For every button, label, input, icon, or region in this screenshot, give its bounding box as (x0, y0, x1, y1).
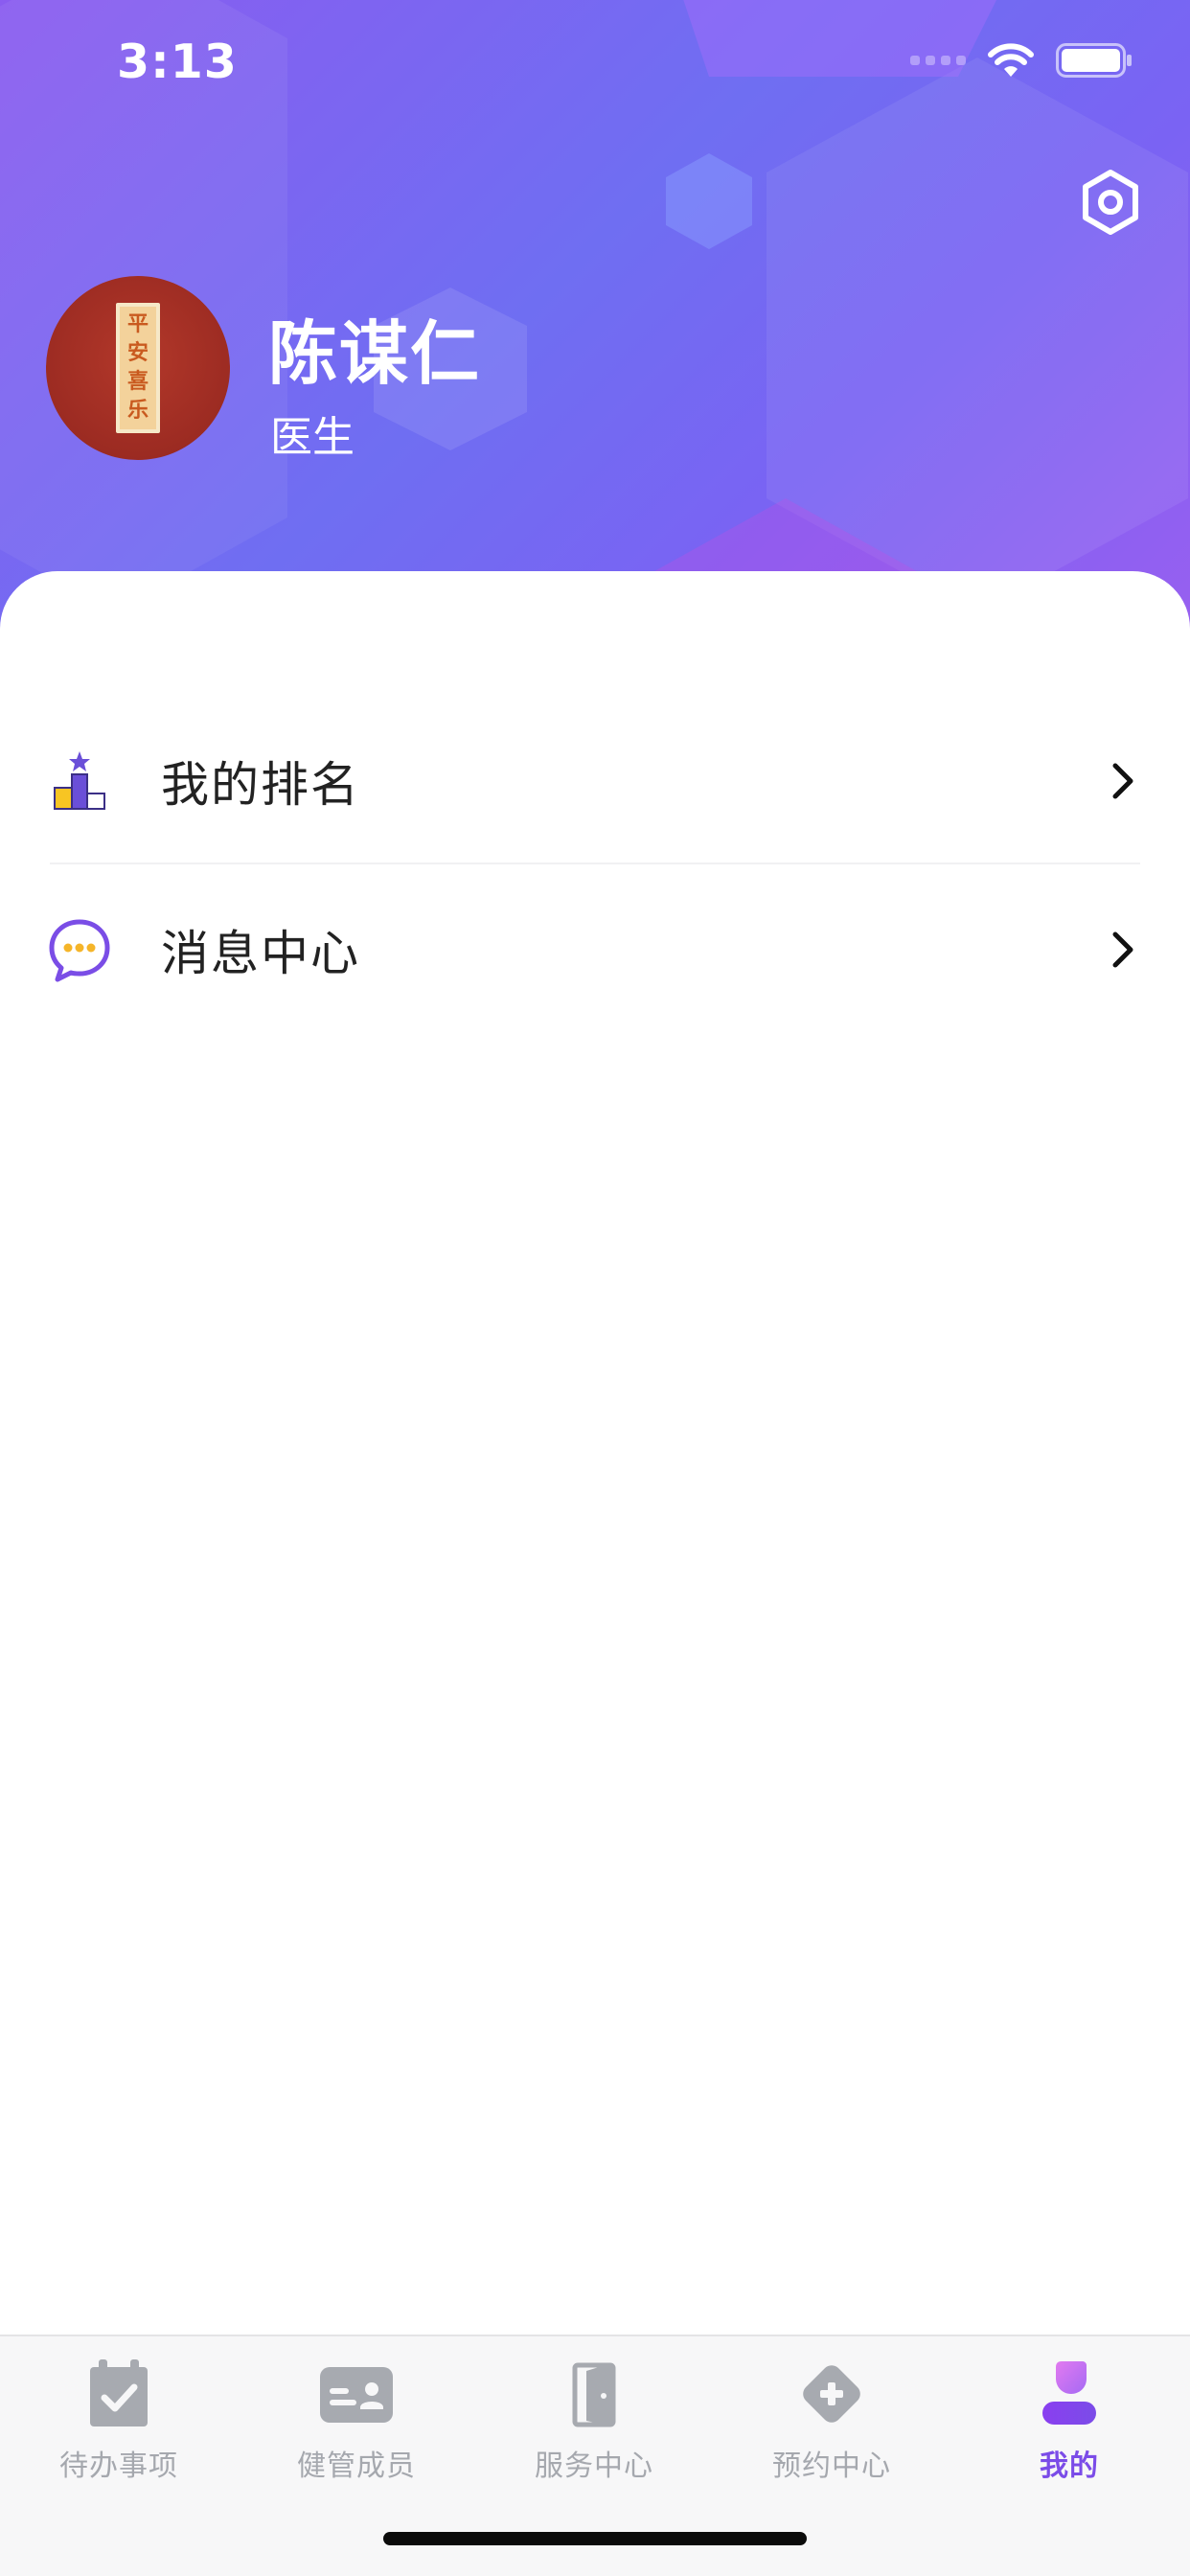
tab-service[interactable]: 服务中心 (475, 2358, 713, 2492)
home-indicator (383, 2532, 807, 2545)
avatar[interactable]: 平 安 喜 乐 (46, 276, 230, 460)
menu-divider (50, 862, 1140, 864)
battery-icon (1056, 43, 1132, 78)
tab-todo[interactable]: 待办事项 (0, 2358, 238, 2492)
tab-label: 我的 (1040, 2450, 1099, 2483)
avatar-char: 平 (126, 312, 149, 336)
user-icon (1042, 2361, 1096, 2425)
tab-appointment[interactable]: 预约中心 (713, 2358, 950, 2492)
medical-cross-icon (803, 2365, 860, 2423)
calendar-check-icon (90, 2359, 148, 2426)
tab-label: 健管成员 (297, 2450, 416, 2483)
wifi-icon (988, 43, 1034, 77)
door-icon (572, 2362, 616, 2427)
id-card-icon (320, 2367, 393, 2423)
message-bubble-icon (49, 919, 110, 982)
tab-label: 待办事项 (59, 2450, 178, 2483)
signal-icon (910, 56, 966, 65)
avatar-char: 安 (126, 341, 149, 365)
status-time: 3:13 (117, 34, 238, 89)
avatar-artwork: 平 安 喜 乐 (116, 303, 160, 433)
tab-members[interactable]: 健管成员 (238, 2358, 475, 2492)
tab-label: 服务中心 (535, 2450, 653, 2483)
avatar-char: 乐 (126, 399, 149, 423)
menu-item-label: 消息中心 (161, 926, 360, 981)
chevron-right-icon (1112, 932, 1133, 968)
chevron-right-icon (1112, 763, 1133, 799)
tab-label: 预约中心 (772, 2450, 891, 2483)
menu-item-label: 我的排名 (161, 757, 360, 813)
user-role: 医生 (270, 413, 355, 462)
menu-item-ranking[interactable]: 我的排名 (0, 709, 1190, 853)
ranking-podium-icon (54, 751, 105, 810)
gear-icon[interactable] (1077, 169, 1144, 236)
profile-header: 3:13 平 安 喜 乐 陈谋仁 医生 (0, 0, 1190, 671)
avatar-char: 喜 (126, 370, 149, 394)
status-icons (910, 42, 1133, 79)
menu-item-messages[interactable]: 消息中心 (0, 878, 1190, 1022)
user-name: 陈谋仁 (268, 313, 482, 394)
tab-mine[interactable]: 我的 (950, 2358, 1188, 2492)
